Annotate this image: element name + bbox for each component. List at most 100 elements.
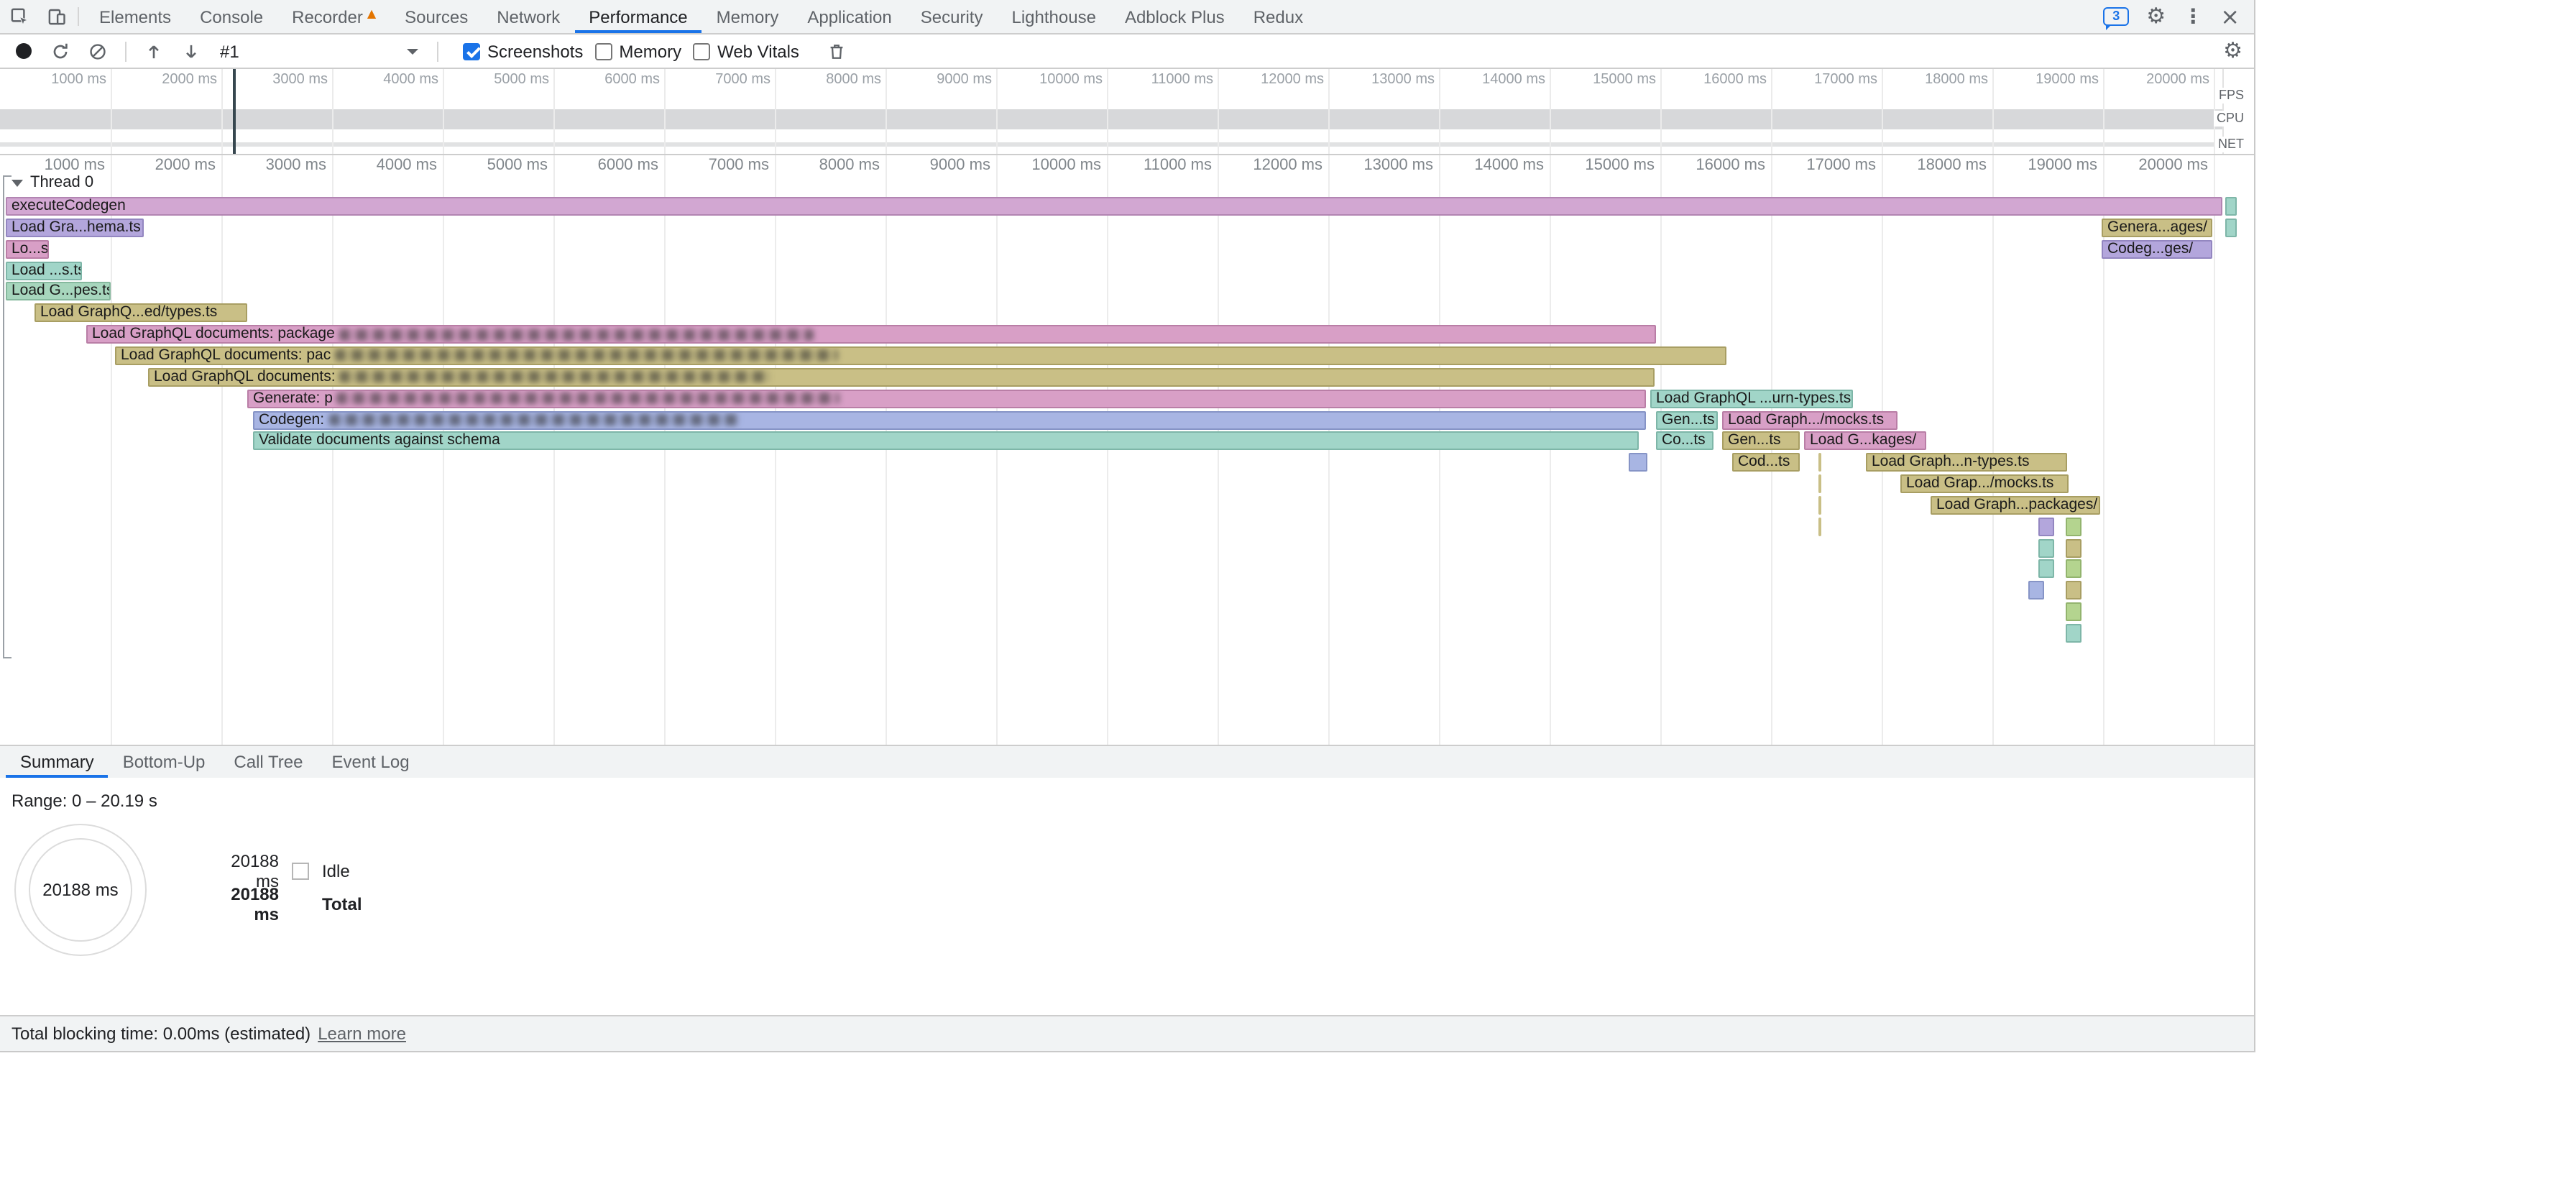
- flame-bar[interactable]: [1818, 518, 1821, 536]
- flame-bar[interactable]: [2028, 582, 2044, 600]
- checkbox-box[interactable]: [693, 42, 710, 60]
- tab-sources[interactable]: Sources: [390, 0, 482, 33]
- delete-recording-button[interactable]: [822, 38, 851, 64]
- load-profile-button[interactable]: [177, 38, 206, 64]
- flame-bar[interactable]: [2066, 518, 2082, 536]
- issues-button[interactable]: 3: [2103, 7, 2129, 26]
- flame-bar[interactable]: Load Graph...packages/: [1931, 496, 2100, 515]
- redacted-text: [337, 392, 840, 404]
- tab-label: Security: [921, 6, 983, 27]
- overview-tick-label: 14000 ms: [1482, 72, 1545, 88]
- inspect-element-icon[interactable]: [0, 0, 37, 33]
- checkbox-box[interactable]: [594, 42, 612, 60]
- tab-application[interactable]: Application: [793, 0, 906, 33]
- tab-redux[interactable]: Redux: [1239, 0, 1317, 33]
- flame-bar[interactable]: [1818, 474, 1821, 493]
- device-toolbar-icon[interactable]: [37, 0, 75, 33]
- flame-bar[interactable]: Cod...ts: [1732, 453, 1800, 472]
- tab-security[interactable]: Security: [906, 0, 998, 33]
- redacted-text: [339, 329, 814, 340]
- flame-bar[interactable]: Load GraphQL ...urn-types.ts: [1650, 389, 1853, 408]
- tab-network[interactable]: Network: [482, 0, 574, 33]
- flame-bar[interactable]: [2066, 582, 2082, 600]
- flame-bar[interactable]: Co...ts: [1656, 432, 1714, 451]
- flame-bar[interactable]: Load Grap.../mocks.ts: [1900, 474, 2069, 493]
- flame-bar-label: Validate documents against schema: [254, 433, 500, 449]
- reload-and-record-button[interactable]: [46, 38, 75, 64]
- flame-chart[interactable]: Thread 0 1000 ms2000 ms3000 ms4000 ms500…: [0, 155, 2254, 745]
- flame-bar[interactable]: [2225, 219, 2237, 237]
- flame-bar[interactable]: [2066, 560, 2082, 579]
- flame-bar[interactable]: [2038, 518, 2054, 536]
- flame-bar[interactable]: Gen...ts: [1722, 432, 1800, 451]
- checkbox-box[interactable]: [463, 42, 480, 60]
- flame-bar[interactable]: [2038, 538, 2054, 557]
- bottom-tab-event-log[interactable]: Event Log: [317, 746, 423, 778]
- flame-bar[interactable]: Load Graph.../mocks.ts: [1722, 410, 1898, 429]
- capture-settings-icon[interactable]: ⚙: [2223, 40, 2242, 62]
- flame-bar[interactable]: executeCodegen: [6, 197, 2222, 216]
- flame-bar[interactable]: [2038, 560, 2054, 579]
- flame-bar[interactable]: [2225, 197, 2237, 216]
- tab-console[interactable]: Console: [185, 0, 277, 33]
- ruler-tick-label: 11000 ms: [1144, 157, 1212, 174]
- flame-bar[interactable]: Genera...ages/: [2102, 219, 2212, 237]
- more-options-icon[interactable]: ⋮: [2183, 6, 2203, 27]
- thread-header[interactable]: Thread 0: [12, 174, 93, 191]
- close-icon[interactable]: ×: [2220, 5, 2240, 28]
- settings-gear-icon[interactable]: ⚙: [2146, 6, 2166, 27]
- timeline-overview[interactable]: 1000 ms2000 ms3000 ms4000 ms5000 ms6000 …: [0, 69, 2254, 155]
- flame-bar[interactable]: Codeg...ges/: [2102, 239, 2212, 258]
- tab-recorder[interactable]: Recorder▲: [277, 0, 390, 33]
- legend-row: 20188 msTotal: [207, 894, 362, 914]
- flame-bar[interactable]: Load Graph...n-types.ts: [1866, 453, 2067, 472]
- checkbox-web-vitals[interactable]: Web Vitals: [693, 41, 799, 61]
- bottom-tab-call-tree[interactable]: Call Tree: [219, 746, 317, 778]
- flame-bar[interactable]: Load ...s.ts: [6, 261, 82, 280]
- flame-bar[interactable]: Load Gra...hema.ts: [6, 219, 144, 237]
- flame-bar[interactable]: Codegen:: [253, 410, 1646, 429]
- save-profile-button[interactable]: [139, 38, 168, 64]
- tab-memory[interactable]: Memory: [702, 0, 794, 33]
- flame-bar[interactable]: Lo...s: [6, 239, 49, 258]
- flame-bar[interactable]: Validate documents against schema: [253, 432, 1639, 451]
- bottom-tab-bottom-up[interactable]: Bottom-Up: [109, 746, 220, 778]
- flame-bar[interactable]: [1629, 453, 1647, 472]
- flame-bar[interactable]: Load G...kages/: [1804, 432, 1926, 451]
- overview-selection-line[interactable]: [233, 69, 236, 154]
- tab-lighthouse[interactable]: Lighthouse: [998, 0, 1110, 33]
- flame-bar[interactable]: [1818, 496, 1821, 515]
- clear-button[interactable]: [83, 38, 112, 64]
- learn-more-link[interactable]: Learn more: [318, 1024, 406, 1044]
- flame-bar-label: Generate: p: [249, 390, 333, 406]
- history-select[interactable]: #1: [214, 41, 424, 61]
- flame-bar[interactable]: Gen...ts: [1656, 410, 1718, 429]
- status-text: Total blocking time: 0.00ms (estimated): [12, 1024, 310, 1044]
- flame-bar[interactable]: [2066, 538, 2082, 557]
- ruler-tick-label: 10000 ms: [1031, 157, 1101, 174]
- gridline: [1328, 69, 1330, 154]
- checkbox-screenshots[interactable]: Screenshots: [463, 41, 583, 61]
- flame-bar[interactable]: Load GraphQL documents: pac: [115, 346, 1726, 365]
- tab-adblock-plus[interactable]: Adblock Plus: [1110, 0, 1239, 33]
- upload-arrow-icon: [144, 41, 164, 61]
- overview-tick-label: 5000 ms: [494, 72, 549, 88]
- gridline: [1439, 69, 1440, 154]
- flame-bar[interactable]: [2066, 624, 2082, 643]
- tab-performance[interactable]: Performance: [574, 0, 702, 33]
- flame-bar[interactable]: Load GraphQL documents: package: [86, 325, 1656, 344]
- overview-tick-label: 3000 ms: [272, 72, 328, 88]
- flame-bar[interactable]: Generate: p: [247, 389, 1646, 408]
- tab-elements[interactable]: Elements: [85, 0, 185, 33]
- flame-bar[interactable]: [1818, 453, 1821, 472]
- flame-bar[interactable]: Load GraphQ...ed/types.ts: [34, 304, 247, 323]
- flame-bar-label: Load Graph.../mocks.ts: [1724, 412, 1884, 428]
- checkbox-memory[interactable]: Memory: [594, 41, 681, 61]
- ruler-tick-label: 14000 ms: [1474, 157, 1544, 174]
- flame-bar[interactable]: [2066, 602, 2082, 621]
- record-button[interactable]: [9, 38, 37, 64]
- gridline: [111, 69, 112, 154]
- flame-bar[interactable]: Load G...pes.ts: [6, 282, 111, 301]
- flame-bar[interactable]: Load GraphQL documents:: [148, 368, 1655, 387]
- bottom-tab-summary[interactable]: Summary: [6, 746, 109, 778]
